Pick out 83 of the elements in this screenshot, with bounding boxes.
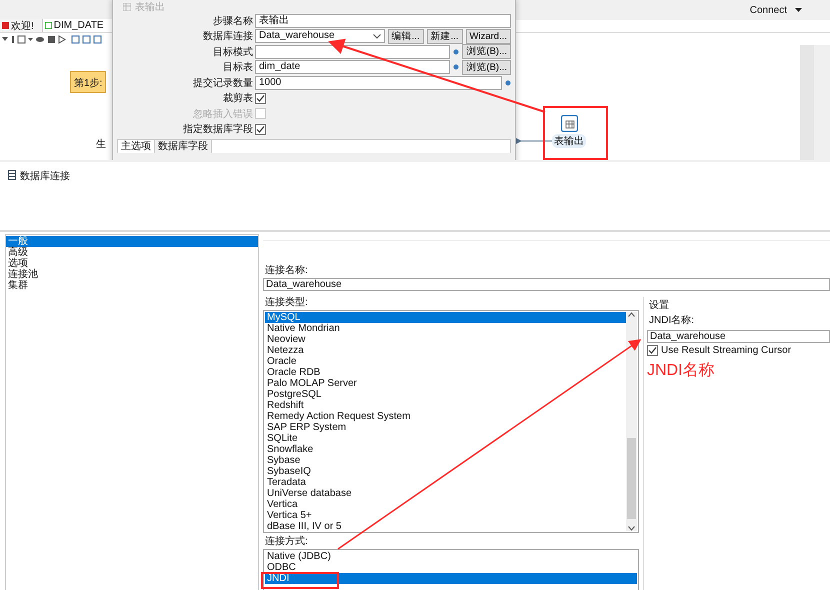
text-field[interactable]: dim_date (255, 60, 450, 74)
field-label: 目标模式 (212, 46, 253, 59)
list-item[interactable]: JNDI (265, 573, 637, 584)
list-item[interactable]: SAP ERP System (265, 422, 626, 433)
field-label: 目标表 (222, 60, 253, 74)
connection-name-field[interactable]: Data_warehouse (263, 278, 830, 291)
scrollbar[interactable] (626, 312, 637, 531)
jndi-name-field[interactable]: Data_warehouse (647, 330, 830, 343)
list-item[interactable]: 选项 (6, 258, 258, 269)
editor-tab[interactable]: 欢迎! (0, 19, 43, 32)
section-title: 设置 (649, 300, 670, 311)
text-field[interactable]: 表输出 (255, 14, 511, 28)
list-item[interactable]: 连接池 (6, 269, 258, 280)
dialog-button[interactable]: Wizard... (466, 28, 511, 44)
list-item[interactable]: MySQL (265, 312, 626, 323)
field-label: 提交记录数量 (192, 76, 253, 90)
checkbox[interactable] (255, 92, 266, 104)
table-icon (123, 2, 131, 10)
editor-tab[interactable]: DIM_DATE (42, 19, 113, 32)
list-item[interactable]: Teradata (265, 477, 626, 488)
table-output-icon[interactable] (560, 115, 578, 132)
list-item[interactable]: 集群 (6, 280, 258, 291)
list-item[interactable]: PostgreSQL (265, 389, 626, 400)
dialog-button[interactable]: 新建... (426, 28, 463, 44)
scroll-up-icon[interactable] (628, 312, 635, 317)
browse-button[interactable]: 浏览(B)... (462, 44, 511, 60)
field-label: 忽略插入错误 (192, 108, 253, 121)
variable-icon (453, 48, 460, 55)
step-note: 第1步: (70, 71, 106, 93)
list-item[interactable]: dBase III, IV or 5 (265, 521, 626, 532)
field-label: 连接类型: (265, 297, 309, 308)
browse-button[interactable]: 浏览(B)... (462, 60, 511, 75)
dialog-tab[interactable]: 主选项 (118, 140, 155, 153)
window-title: 表输出 (135, 0, 165, 14)
list-item[interactable]: SQLite (265, 433, 626, 444)
list-item[interactable]: ODBC (265, 562, 637, 573)
list-item[interactable]: Netezza (265, 345, 626, 356)
dialog-title: 数据库连接 (20, 170, 70, 183)
tab-icon (44, 22, 52, 29)
dropdown-caret-icon[interactable] (795, 8, 802, 12)
list-item[interactable]: Palo MOLAP Server (265, 378, 626, 389)
field-label: 连接名称: (265, 265, 309, 276)
field-label: JNDI名称: (649, 315, 695, 326)
list-item[interactable]: SybaseIQ (265, 466, 626, 477)
checkbox-label: Use Result Streaming Cursor (661, 345, 792, 356)
list-item[interactable]: Neoview (265, 334, 626, 345)
tab-icon (2, 22, 9, 29)
toolbar-icons-drawing[interactable] (2, 34, 102, 44)
list-item[interactable]: 一般 (6, 236, 258, 247)
text-field[interactable]: 1000 (255, 76, 502, 90)
highlight-frame (543, 106, 608, 160)
checkbox[interactable] (255, 124, 266, 135)
variable-icon (505, 80, 511, 86)
chevron-down-icon (372, 34, 381, 39)
list-item[interactable]: Redshift (265, 400, 626, 411)
field-label: 裁剪表 (222, 92, 253, 106)
list-item[interactable]: Sybase (265, 455, 626, 466)
canvas-text: 生 (96, 138, 106, 151)
checkbox[interactable] (647, 345, 658, 356)
list-item[interactable]: Oracle (265, 356, 626, 367)
list-item[interactable]: Remedy Action Request System (265, 411, 626, 422)
dialog-button[interactable]: 编辑... (388, 28, 424, 44)
scroll-down-icon[interactable] (628, 526, 635, 531)
list-item[interactable]: UniVerse database (265, 488, 626, 499)
field-label: 数据库连接 (202, 30, 253, 44)
step-label: 表输出 (552, 134, 586, 148)
annotation-text: JNDI名称 (647, 361, 716, 381)
list-item[interactable]: Oracle RDB (265, 367, 626, 378)
variable-icon (453, 64, 460, 70)
field-label: 指定数据库字段 (182, 122, 253, 136)
dialog-tab[interactable]: 数据库字段 (155, 140, 212, 153)
list-item[interactable]: Vertica 5+ (265, 510, 626, 521)
list-item[interactable]: Native Mondrian (265, 323, 626, 334)
connect-menu[interactable]: Connect (750, 4, 787, 16)
database-icon (8, 169, 16, 180)
list-item[interactable]: Vertica (265, 499, 626, 510)
list-item[interactable]: 高级 (6, 247, 258, 258)
text-field[interactable] (255, 44, 450, 59)
list-item[interactable]: Native (JDBC) (265, 551, 637, 562)
dropdown-field[interactable]: Data_warehouse (255, 29, 385, 44)
list-item[interactable]: Snowflake (265, 444, 626, 455)
field-label: 步骤名称 (212, 14, 253, 28)
field-label: 连接方式: (265, 536, 309, 547)
